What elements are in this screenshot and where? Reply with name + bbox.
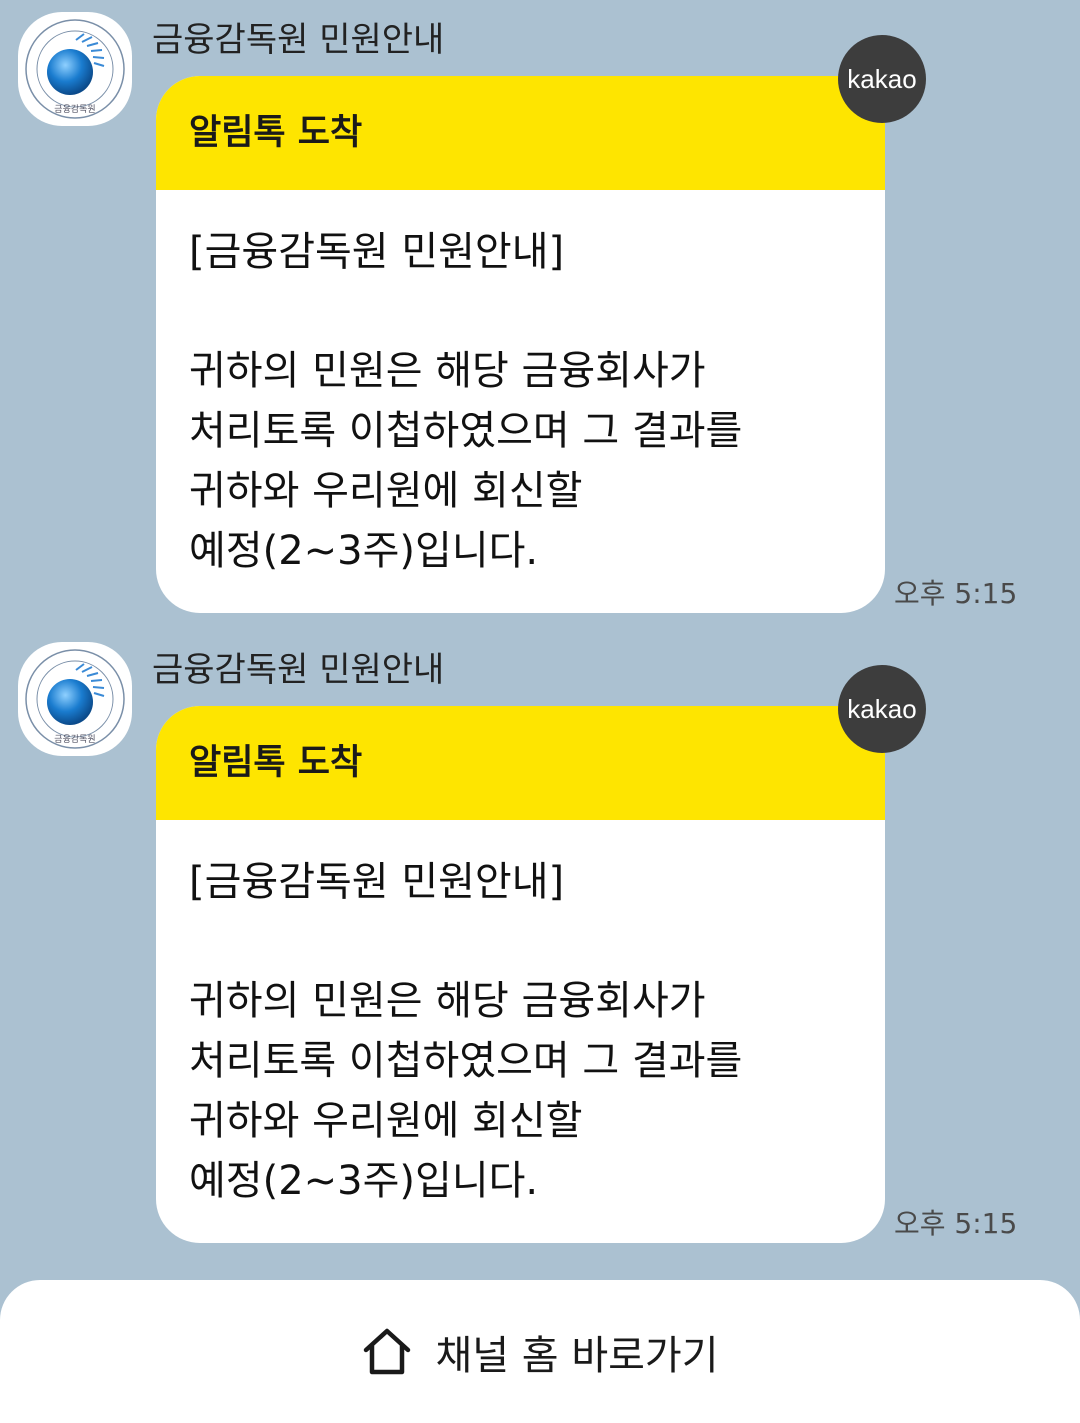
fss-logo-icon: 금융감독원	[25, 649, 125, 749]
alimtalk-bubble[interactable]: 알림톡 도착 [금융감독원 민원안내] 귀하의 민원은 해당 금융회사가 처리토…	[156, 706, 885, 1243]
channel-avatar[interactable]: 금융감독원	[18, 642, 132, 756]
bubble-header: 알림톡 도착	[156, 76, 885, 190]
svg-text:금융감독원: 금융감독원	[54, 733, 95, 745]
channel-home-button[interactable]: 채널 홈 바로가기	[0, 1280, 1080, 1423]
fss-logo-icon: 금융감독원	[25, 19, 125, 119]
message-line: 귀하의 민원은 해당 금융회사가	[189, 348, 706, 394]
message-time: 오후 5:15	[894, 577, 1018, 610]
message-title: [금융감독원 민원안내]	[189, 859, 565, 905]
bubble-header-title: 알림톡 도착	[189, 743, 363, 783]
message-group: 금융감독원 금융감독원 민원안내 알림톡 도착 [금융감독원 민원안내] 귀하의…	[0, 630, 1080, 1250]
kakao-badge: kakao	[838, 665, 926, 753]
bubble-header: 알림톡 도착	[156, 706, 885, 820]
message-line: 귀하와 우리원에 회신할	[189, 1098, 583, 1144]
kakao-badge: kakao	[838, 35, 926, 123]
channel-home-label: 채널 홈 바로가기	[435, 1332, 719, 1379]
message-line: 귀하와 우리원에 회신할	[189, 468, 583, 514]
svg-text:금융감독원: 금융감독원	[54, 103, 95, 115]
message-line: 예정(2~3주)입니다.	[189, 528, 539, 574]
sender-name: 금융감독원 민원안내	[152, 20, 445, 60]
bubble-body: [금융감독원 민원안내] 귀하의 민원은 해당 금융회사가 처리토록 이첩하였으…	[189, 852, 869, 1211]
home-icon	[361, 1326, 413, 1378]
message-line: 예정(2~3주)입니다.	[189, 1158, 539, 1204]
bubble-body: [금융감독원 민원안내] 귀하의 민원은 해당 금융회사가 처리토록 이첩하였으…	[189, 222, 869, 581]
message-line: 귀하의 민원은 해당 금융회사가	[189, 978, 706, 1024]
message-line: 처리토록 이첩하였으며 그 결과를	[189, 1038, 743, 1084]
chat-area[interactable]: 금융감독원 금융감독원 민원안내 알림톡 도착 [금융감독원 민원안내] 귀하의…	[0, 0, 1080, 1280]
channel-avatar[interactable]: 금융감독원	[18, 12, 132, 126]
message-line: 처리토록 이첩하였으며 그 결과를	[189, 408, 743, 454]
sender-name: 금융감독원 민원안내	[152, 650, 445, 690]
bubble-header-title: 알림톡 도착	[189, 113, 363, 153]
message-title: [금융감독원 민원안내]	[189, 229, 565, 275]
alimtalk-bubble[interactable]: 알림톡 도착 [금융감독원 민원안내] 귀하의 민원은 해당 금융회사가 처리토…	[156, 76, 885, 613]
message-group: 금융감독원 금융감독원 민원안내 알림톡 도착 [금융감독원 민원안내] 귀하의…	[0, 0, 1080, 620]
bottom-bar: 채널 홈 바로가기	[0, 1280, 1080, 1423]
message-time: 오후 5:15	[894, 1207, 1018, 1240]
